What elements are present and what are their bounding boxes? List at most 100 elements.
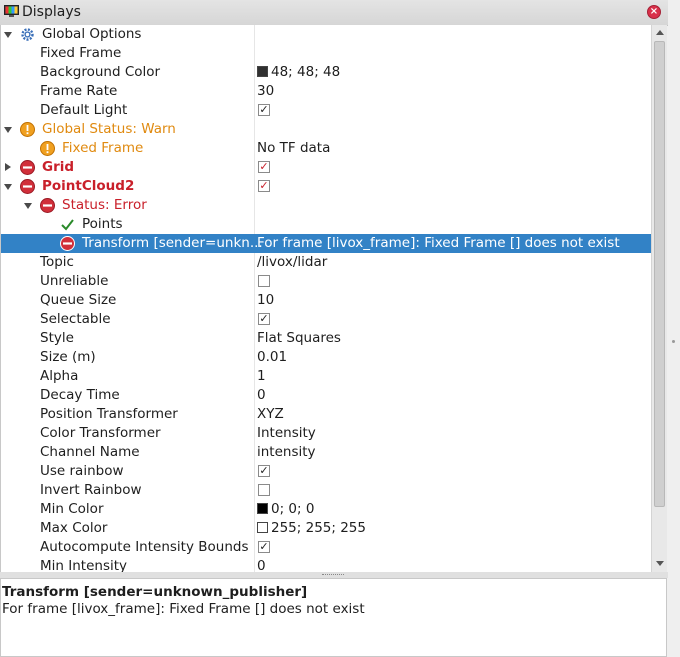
tree-row-invert-rainbow[interactable]: Invert Rainbow <box>1 481 652 500</box>
tree-row-background-color[interactable]: Background Color 48; 48; 48 <box>1 63 652 82</box>
tree-row-min-color[interactable]: Min Color 0; 0; 0 <box>1 500 652 519</box>
row-label: Position Transformer <box>40 406 178 422</box>
tree-row-points[interactable]: Points <box>1 215 652 234</box>
row-label: Decay Time <box>40 387 120 403</box>
tree-row-size[interactable]: Size (m) 0.01 <box>1 348 652 367</box>
vertical-scrollbar[interactable] <box>651 25 667 572</box>
color-value: 255; 255; 255 <box>271 520 366 536</box>
row-label: Global Options <box>42 26 142 42</box>
row-value[interactable]: XYZ <box>257 405 284 424</box>
tree-row-status-fixed-frame[interactable]: Fixed Frame No TF data <box>1 139 652 158</box>
tree-row-style[interactable]: Style Flat Squares <box>1 329 652 348</box>
row-label: Use rainbow <box>40 463 124 479</box>
row-label: Default Light <box>40 102 128 118</box>
row-label: Frame Rate <box>40 83 118 99</box>
checkbox-checked[interactable]: ✓ <box>258 313 270 325</box>
tree-row-selectable[interactable]: Selectable ✓ <box>1 310 652 329</box>
monitor-icon <box>4 5 19 17</box>
error-icon <box>20 179 35 194</box>
warning-icon <box>40 141 55 156</box>
chevron-down-icon[interactable] <box>24 203 32 209</box>
tree-row-frame-rate[interactable]: Frame Rate 30 <box>1 82 652 101</box>
tree-row-max-color[interactable]: Max Color 255; 255; 255 <box>1 519 652 538</box>
error-icon <box>60 236 75 251</box>
tree-row-grid[interactable]: Grid ✓ <box>1 158 652 177</box>
row-value[interactable]: 0; 0; 0 <box>257 500 314 519</box>
dock-edge[interactable] <box>668 0 680 657</box>
row-label: Grid <box>42 159 75 175</box>
row-label: Transform [sender=unkn... <box>82 235 263 251</box>
tree-row-topic[interactable]: Topic /livox/lidar <box>1 253 652 272</box>
row-label: Alpha <box>40 368 79 384</box>
row-label: PointCloud2 <box>42 178 135 194</box>
tree-row-unreliable[interactable]: Unreliable <box>1 272 652 291</box>
row-label: Fixed Frame <box>62 140 144 156</box>
row-value[interactable]: 0 <box>257 557 266 572</box>
scroll-up-arrow-icon[interactable] <box>656 30 664 35</box>
row-label: Background Color <box>40 64 161 80</box>
row-value: No TF data <box>257 140 331 156</box>
row-label: Invert Rainbow <box>40 482 142 498</box>
tree-row-pointcloud2[interactable]: PointCloud2 ✓ <box>1 177 652 196</box>
tree-row-global-status[interactable]: Global Status: Warn <box>1 120 652 139</box>
tree-row-color-transformer[interactable]: Color Transformer Intensity <box>1 424 652 443</box>
description-panel: Transform [sender=unknown_publisher] For… <box>0 578 667 657</box>
tree-row-fixed-frame[interactable]: Fixed Frame <box>1 44 652 63</box>
tree-row-transform-selected[interactable]: Transform [sender=unkn... For frame [liv… <box>1 234 652 253</box>
row-value[interactable]: 0 <box>257 386 266 405</box>
row-label: Autocompute Intensity Bounds <box>40 539 249 555</box>
panel-title: Displays <box>22 4 81 20</box>
check-icon <box>61 219 74 231</box>
row-label: Queue Size <box>40 292 117 308</box>
checkbox-checked[interactable]: ✓ <box>258 541 270 553</box>
chevron-down-icon[interactable] <box>4 127 12 133</box>
displays-tree[interactable]: Global Options Fixed Frame Background Co… <box>0 25 652 572</box>
row-label: Style <box>40 330 74 346</box>
checkbox-checked[interactable]: ✓ <box>258 161 270 173</box>
chevron-down-icon[interactable] <box>4 184 12 190</box>
scrollbar-thumb[interactable] <box>654 41 665 507</box>
chevron-right-icon[interactable] <box>5 163 11 171</box>
row-label: Unreliable <box>40 273 109 289</box>
row-label: Max Color <box>40 520 108 536</box>
tree-row-min-intensity[interactable]: Min Intensity 0 <box>1 557 652 572</box>
tree-row-use-rainbow[interactable]: Use rainbow ✓ <box>1 462 652 481</box>
tree-row-alpha[interactable]: Alpha 1 <box>1 367 652 386</box>
tree-row-status-error[interactable]: Status: Error <box>1 196 652 215</box>
color-swatch <box>257 66 268 77</box>
row-value[interactable]: Flat Squares <box>257 329 341 348</box>
tree-row-position-transformer[interactable]: Position Transformer XYZ <box>1 405 652 424</box>
chevron-down-icon[interactable] <box>4 32 12 38</box>
checkbox-unchecked[interactable] <box>258 275 270 287</box>
tree-row-global-options[interactable]: Global Options <box>1 25 652 44</box>
row-value[interactable]: 48; 48; 48 <box>257 63 340 82</box>
tree-row-default-light[interactable]: Default Light ✓ <box>1 101 652 120</box>
row-value[interactable]: /livox/lidar <box>257 253 327 272</box>
row-value[interactable]: Intensity <box>257 424 316 443</box>
scroll-down-arrow-icon[interactable] <box>656 561 664 566</box>
row-value[interactable]: 255; 255; 255 <box>257 519 366 538</box>
tree-row-queue-size[interactable]: Queue Size 10 <box>1 291 652 310</box>
checkbox-unchecked[interactable] <box>258 484 270 496</box>
close-icon[interactable]: × <box>647 5 661 19</box>
description-title: Transform [sender=unknown_publisher] <box>2 584 308 600</box>
tree-row-decay-time[interactable]: Decay Time 0 <box>1 386 652 405</box>
tree-row-autocompute[interactable]: Autocompute Intensity Bounds ✓ <box>1 538 652 557</box>
row-label: Size (m) <box>40 349 96 365</box>
row-value[interactable]: 0.01 <box>257 348 287 367</box>
row-label: Min Color <box>40 501 104 517</box>
checkbox-checked[interactable]: ✓ <box>258 104 270 116</box>
checkbox-checked[interactable]: ✓ <box>258 465 270 477</box>
row-value[interactable]: intensity <box>257 443 316 462</box>
row-value: For frame [livox_frame]: Fixed Frame [] … <box>257 235 620 251</box>
row-value[interactable]: 30 <box>257 82 274 101</box>
row-label: Selectable <box>40 311 111 327</box>
checkbox-checked[interactable]: ✓ <box>258 180 270 192</box>
row-label: Channel Name <box>40 444 140 460</box>
row-label: Status: Error <box>62 197 147 213</box>
gear-icon <box>21 28 34 41</box>
drag-handle-icon <box>672 340 675 343</box>
row-value[interactable]: 1 <box>257 367 266 386</box>
row-value[interactable]: 10 <box>257 291 274 310</box>
tree-row-channel-name[interactable]: Channel Name intensity <box>1 443 652 462</box>
